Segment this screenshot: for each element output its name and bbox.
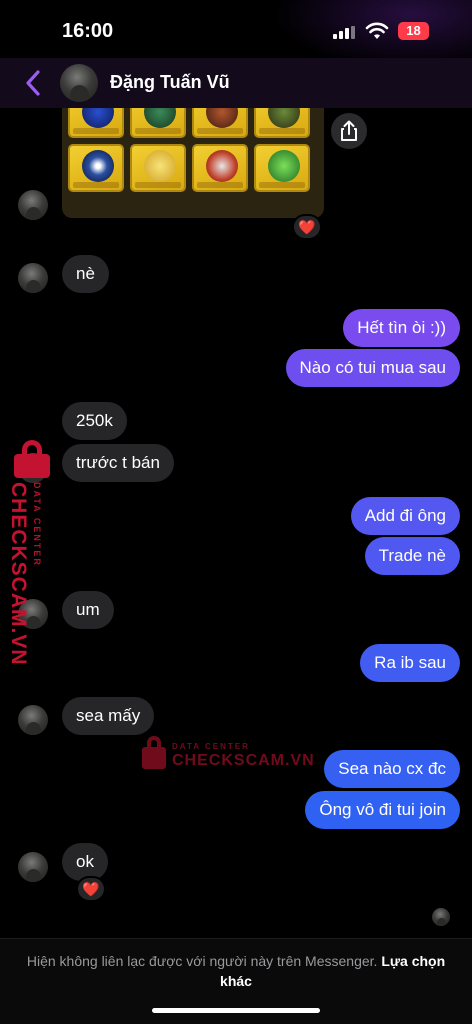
ok-reaction[interactable]: ❤️ xyxy=(76,876,106,902)
image-tile xyxy=(68,144,124,192)
chat-header: Đặng Tuấn Vũ xyxy=(0,58,472,108)
sender-avatar[interactable] xyxy=(18,705,48,735)
message-out[interactable]: Trade nè xyxy=(364,537,460,575)
sender-avatar[interactable] xyxy=(18,852,48,882)
watermark-tagline: DATA CENTER xyxy=(172,742,250,751)
message-in[interactable]: 250k xyxy=(62,402,127,440)
message-in[interactable]: nè xyxy=(62,255,109,293)
message-out[interactable]: Add đi ông xyxy=(350,497,460,535)
message-out[interactable]: Sea nào cx đc xyxy=(324,750,460,788)
share-button[interactable] xyxy=(331,113,367,149)
watermark-horizontal: DATA CENTER CHECKSCAM.VN xyxy=(142,736,314,776)
chevron-left-icon[interactable] xyxy=(24,70,42,96)
shared-image[interactable] xyxy=(62,108,324,218)
watermark-tagline: DATA CENTER xyxy=(32,482,42,567)
sender-avatar[interactable] xyxy=(18,190,48,220)
unavailable-notice: Hiện không liên lạc được với người này t… xyxy=(20,951,452,991)
message-out[interactable]: Hết tìn òi :)) xyxy=(343,309,460,347)
lock-icon xyxy=(10,440,54,480)
sender-avatar[interactable] xyxy=(18,263,48,293)
contact-name[interactable]: Đặng Tuấn Vũ xyxy=(110,72,230,93)
image-reaction[interactable]: ❤️ xyxy=(292,214,322,240)
notice-text: Hiện không liên lạc được với người này t… xyxy=(26,953,378,969)
image-tile xyxy=(192,108,248,138)
seen-avatar xyxy=(432,908,450,926)
share-icon xyxy=(341,120,357,141)
watermark-vertical: CHECKSCAM.VN DATA CENTER xyxy=(4,440,54,666)
wifi-icon xyxy=(365,22,389,39)
message-in[interactable]: ok xyxy=(62,843,108,881)
lock-icon xyxy=(142,736,166,770)
status-bar: 16:00 18 xyxy=(0,0,472,60)
message-out[interactable]: Nào có tui mua sau xyxy=(285,349,460,387)
home-indicator[interactable] xyxy=(152,1008,320,1013)
image-tile xyxy=(254,144,310,192)
message-in[interactable]: um xyxy=(62,591,114,629)
cellular-signal-icon xyxy=(333,26,355,39)
image-tile xyxy=(130,108,186,138)
message-out[interactable]: Ông vô đi tui join xyxy=(305,791,460,829)
message-out[interactable]: Ra ib sau xyxy=(360,644,460,682)
message-in[interactable]: sea mấy xyxy=(62,697,155,735)
image-tile xyxy=(130,144,186,192)
image-tile xyxy=(254,108,310,138)
watermark-brand: CHECKSCAM.VN xyxy=(7,482,30,666)
image-tile xyxy=(192,144,248,192)
contact-avatar[interactable] xyxy=(60,64,98,102)
status-time: 16:00 xyxy=(62,20,114,42)
battery-icon: 18 xyxy=(398,22,429,40)
image-tile xyxy=(68,108,124,138)
watermark-brand: CHECKSCAM.VN xyxy=(172,752,315,769)
message-in[interactable]: trước t bán xyxy=(62,444,174,482)
